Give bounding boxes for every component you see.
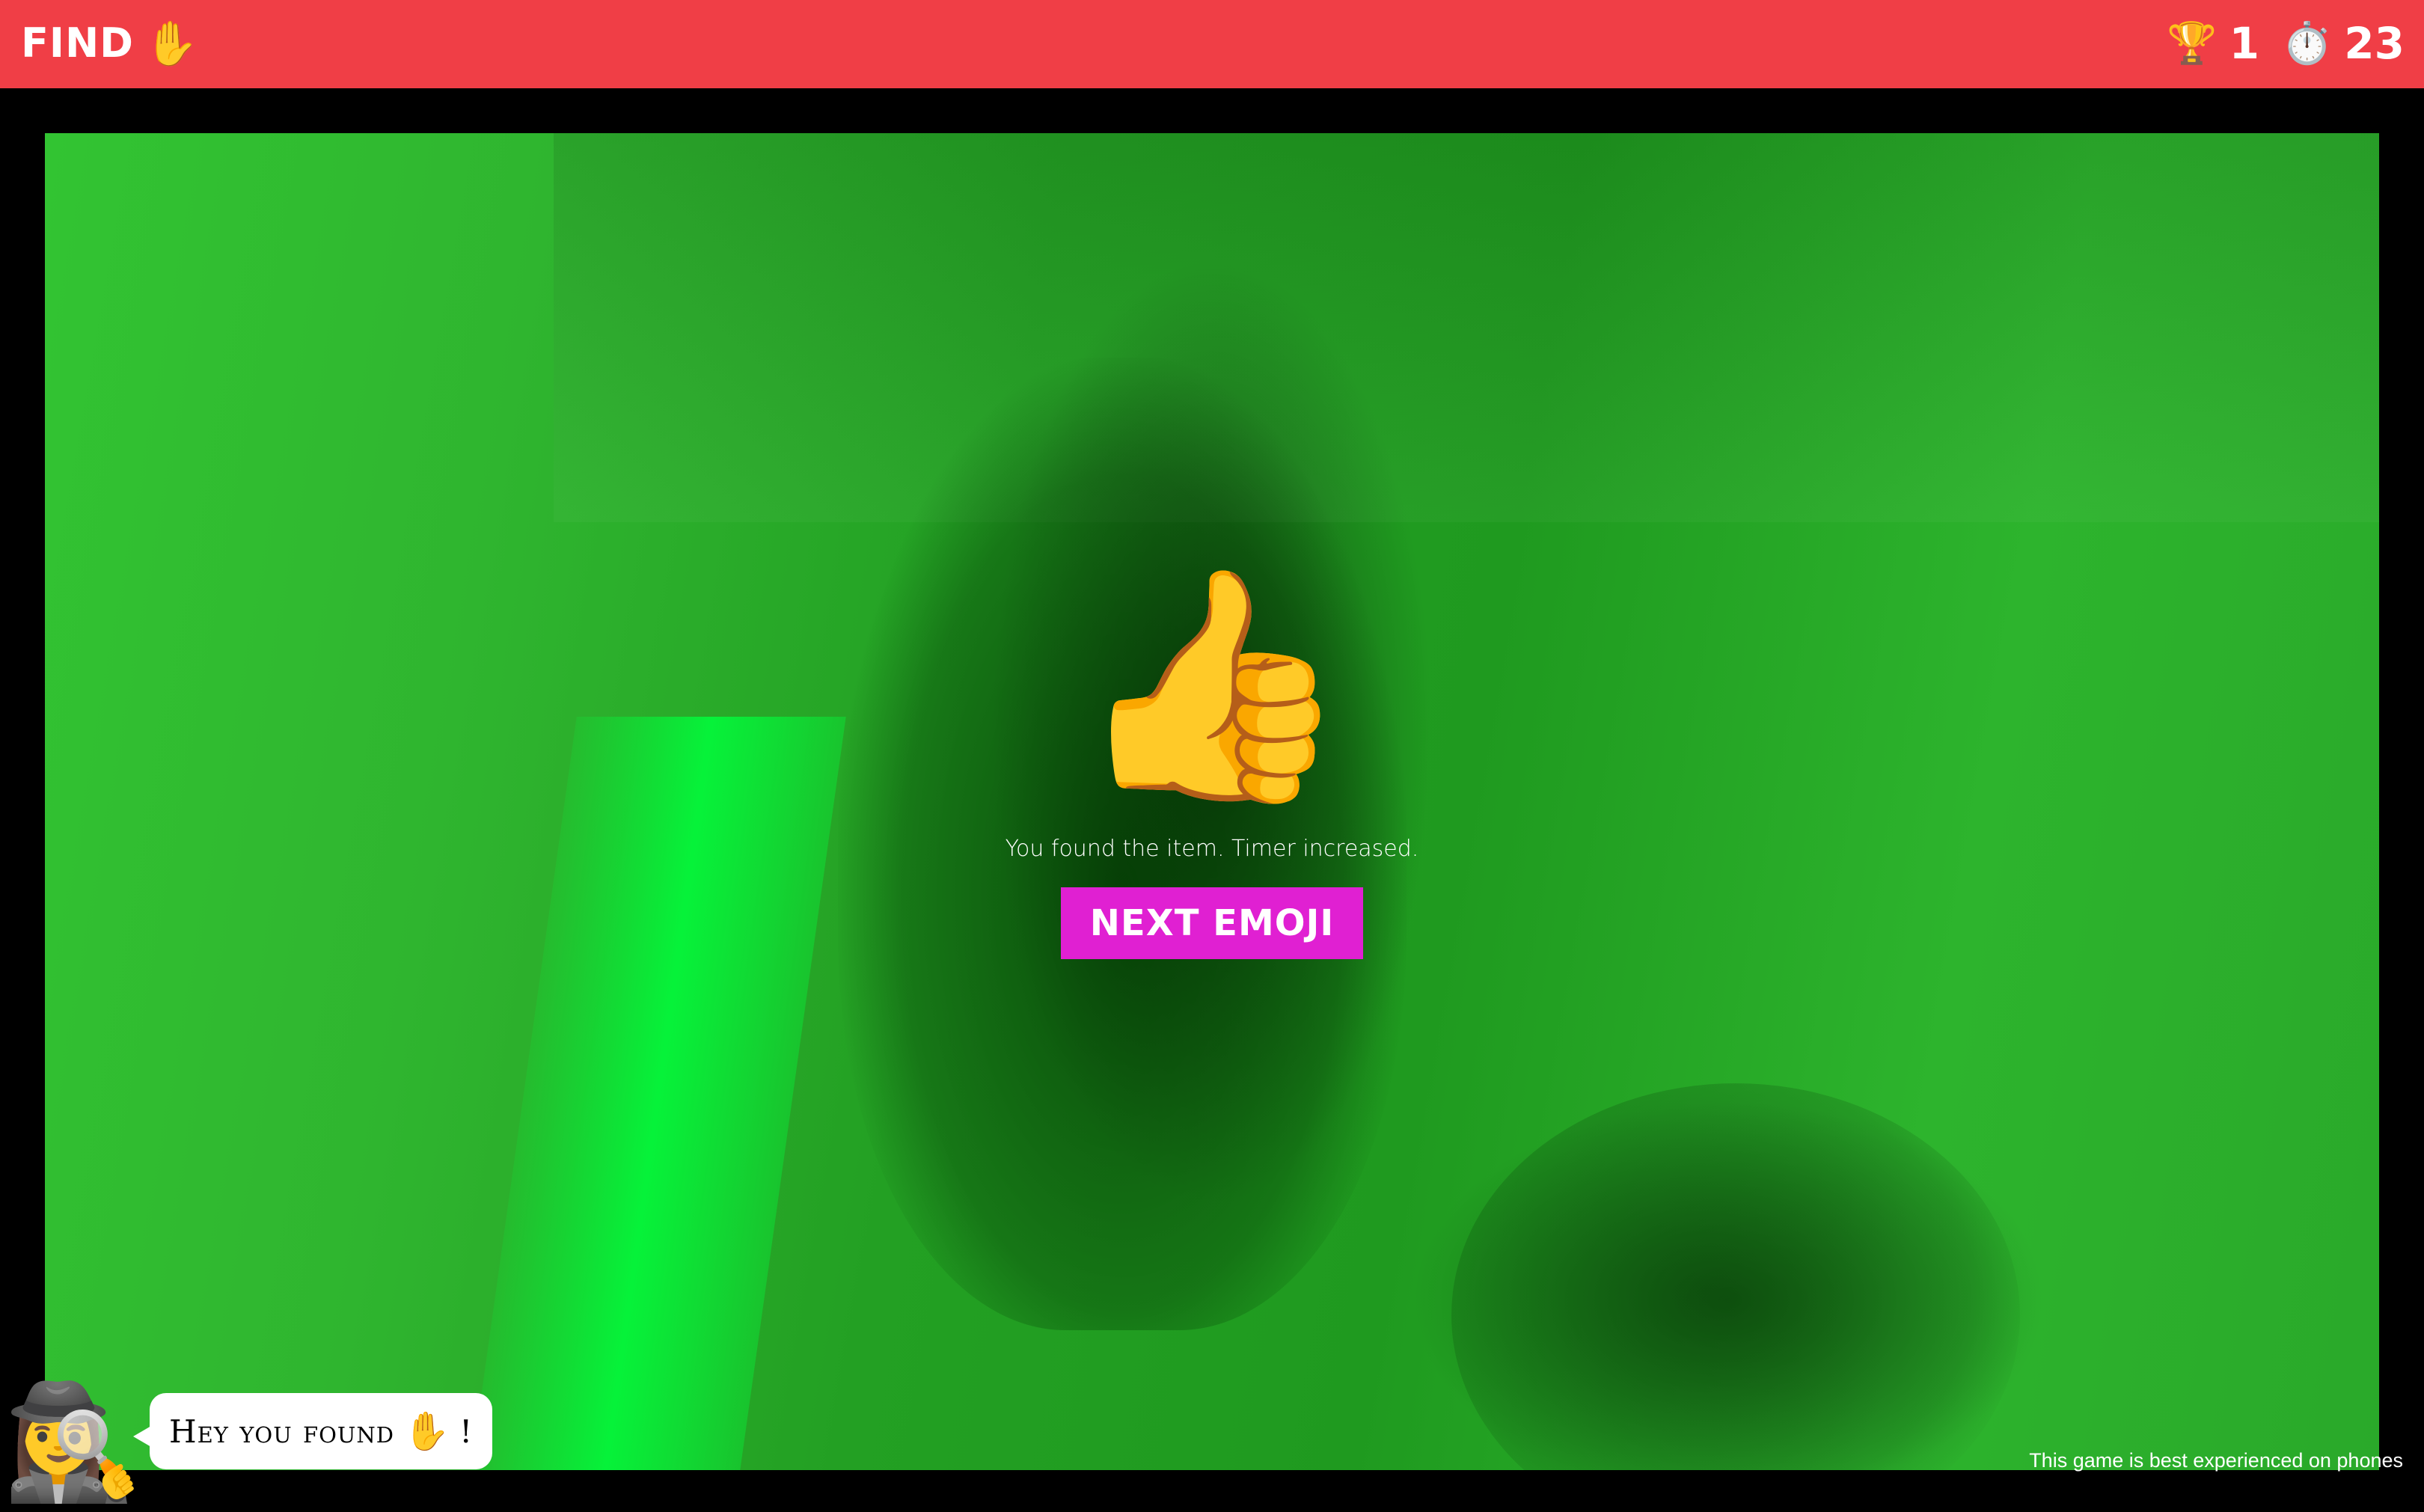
- bubble-emoji: ✋: [403, 1409, 451, 1453]
- top-bar: FIND ✋ 🏆 1 ⏱️ 23: [0, 0, 2424, 88]
- bubble-suffix: !: [459, 1412, 474, 1450]
- target-emoji: ✋: [144, 18, 200, 69]
- find-label: FIND: [21, 19, 134, 67]
- thumbs-up-icon: 👍: [1072, 559, 1352, 810]
- detective-avatar: 🕵️‍♀️: [0, 1375, 150, 1512]
- score-area: 🏆 1 ⏱️ 23: [2167, 16, 2405, 70]
- phone-recommendation-note: This game is best experienced on phones: [2029, 1449, 2403, 1472]
- timer-counter: ⏱️ 23: [2282, 16, 2405, 70]
- next-emoji-button[interactable]: NEXT EMOJI: [1061, 887, 1363, 959]
- speech-bubble: Hey you found ✋ !: [132, 1393, 493, 1469]
- score-counter: 🏆 1: [2167, 16, 2259, 70]
- camera-head-shape: [1451, 1083, 2020, 1470]
- score-value: 1: [2229, 18, 2260, 69]
- result-message: You found the item. Timer increased.: [1005, 836, 1419, 862]
- stopwatch-icon: ⏱️: [2282, 19, 2333, 67]
- timer-value: 23: [2344, 18, 2405, 69]
- detective-icon: 🕵️‍♀️: [3, 1379, 143, 1505]
- result-overlay: 👍 You found the item. Timer increased. N…: [838, 569, 1586, 959]
- trophy-icon: 🏆: [2167, 19, 2218, 67]
- bubble-text: Hey you found: [169, 1412, 394, 1450]
- find-prompt: FIND ✋: [21, 16, 199, 70]
